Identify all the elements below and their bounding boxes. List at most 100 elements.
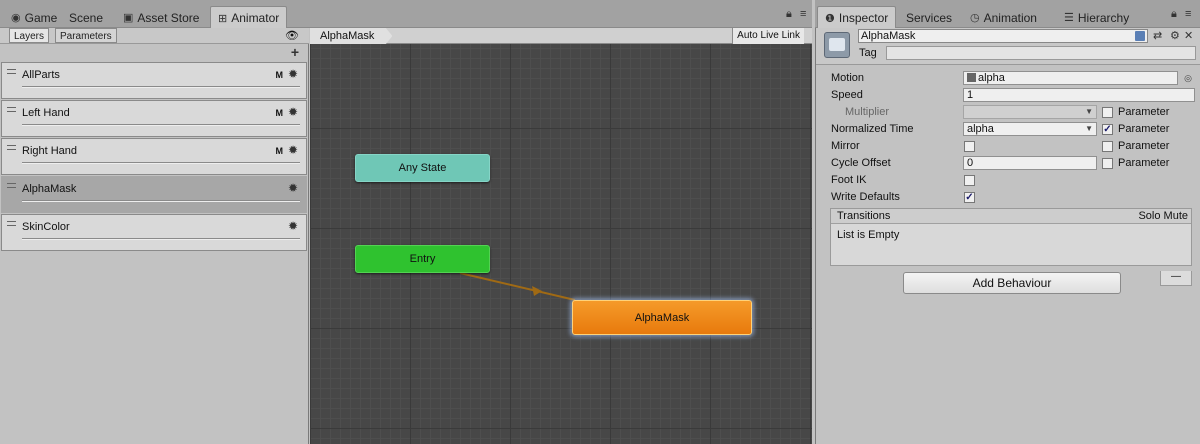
layer-name: AllParts	[22, 69, 60, 81]
speed-input[interactable]: 1	[963, 88, 1195, 102]
tab-hierarchy[interactable]: ☰ Hierarchy	[1057, 7, 1136, 28]
foot-ik-checkbox[interactable]	[964, 175, 975, 186]
tag-input[interactable]	[886, 46, 1196, 60]
write-defaults-label: Write Defaults	[831, 191, 900, 203]
motion-label: Motion	[831, 72, 865, 84]
auto-live-link-button[interactable]: Auto Live Link	[732, 28, 804, 44]
normalized-time-value: alpha	[967, 123, 994, 135]
drag-handle-icon[interactable]	[7, 145, 16, 150]
transitions-empty-text: List is Empty	[837, 229, 900, 241]
multiplier-label: Multiplier	[845, 106, 890, 118]
chevron-down-icon: ▼	[1085, 107, 1093, 116]
transition-arrowhead-icon	[532, 286, 542, 296]
layer-weight-bar	[22, 238, 300, 240]
transition-arrow[interactable]	[310, 28, 812, 444]
book-icon[interactable]	[1135, 31, 1145, 41]
tab-animator[interactable]: ⊞ Animator	[210, 6, 288, 29]
breadcrumb[interactable]: AlphaMask	[310, 28, 393, 44]
tab-services-label: Services	[906, 10, 953, 25]
tab-parameters[interactable]: Parameters	[55, 28, 117, 43]
layers-panel: Layers Parameters 👁︎ + AllParts M ✹ Left…	[0, 28, 309, 444]
multiplier-parameter-checkbox[interactable]	[1102, 107, 1113, 118]
tab-animation-label: Animation	[983, 10, 1037, 25]
solo-mute-header: Solo Mute	[1138, 210, 1188, 222]
animation-icon: ◷	[970, 12, 980, 24]
multiplier-dropdown: ▼	[963, 105, 1097, 119]
entry-node[interactable]: Entry	[355, 245, 490, 273]
eye-icon[interactable]: 👁︎	[285, 29, 299, 42]
mask-badge: M	[275, 146, 284, 156]
normalized-time-dropdown[interactable]: alpha ▼	[963, 122, 1097, 136]
tab-asset-store-label: Asset Store	[137, 10, 200, 25]
info-icon: ❶	[825, 12, 835, 25]
help-icon[interactable]: ⇄	[1153, 29, 1162, 42]
tab-layers[interactable]: Layers	[9, 28, 50, 43]
settings-gear-icon[interactable]: ⚙	[1170, 29, 1180, 42]
tab-inspector-label: Inspector	[838, 11, 889, 25]
layer-name: Right Hand	[22, 145, 78, 157]
cycle-offset-label: Cycle Offset	[831, 157, 891, 169]
gear-icon[interactable]: ✹	[288, 105, 298, 119]
layer-row-selected[interactable]: AlphaMask ✹	[1, 176, 307, 213]
tab-scene-label: Scene	[69, 10, 104, 25]
drag-handle-icon[interactable]	[7, 69, 16, 74]
animator-state-icon	[824, 32, 850, 58]
mask-badge: M	[275, 108, 284, 118]
normalized-time-parameter-checkbox[interactable]: ✓	[1102, 124, 1113, 135]
tab-asset-store[interactable]: ▣ Asset Store	[116, 7, 206, 28]
add-behaviour-button[interactable]: Add Behaviour	[903, 272, 1121, 294]
mirror-checkbox[interactable]	[964, 141, 975, 152]
tag-label: Tag	[859, 47, 877, 59]
transitions-list: Transitions Solo Mute List is Empty —	[830, 208, 1192, 286]
drag-handle-icon[interactable]	[7, 221, 16, 226]
close-icon[interactable]: ✕	[1184, 29, 1193, 42]
layer-weight-bar	[22, 86, 300, 88]
transitions-header: Transitions Solo Mute	[831, 209, 1191, 224]
write-defaults-checkbox[interactable]: ✓	[964, 192, 975, 203]
tab-inspector[interactable]: ❶ Inspector	[817, 6, 897, 29]
state-name-field[interactable]: AlphaMask	[858, 29, 1148, 43]
gear-icon[interactable]: ✹	[288, 219, 298, 233]
animation-clip-icon	[967, 73, 976, 82]
gear-icon[interactable]: ✹	[288, 181, 298, 195]
gear-icon[interactable]: ✹	[288, 67, 298, 81]
cycle-offset-input[interactable]: 0	[963, 156, 1097, 170]
add-layer-button[interactable]: +	[291, 44, 299, 60]
normalized-time-parameter-label: Parameter	[1118, 123, 1170, 135]
inspector-tab-strip: ❶ Inspector Services ◷ Animation ☰ Hiera…	[815, 0, 1200, 29]
object-picker-icon[interactable]: ◎	[1184, 73, 1192, 84]
layer-weight-bar	[22, 200, 300, 202]
tab-menu-icon[interactable]: ≡	[800, 8, 806, 20]
gear-icon[interactable]: ✹	[288, 143, 298, 157]
tab-scene[interactable]: Scene	[62, 7, 110, 28]
mask-badge: M	[275, 70, 284, 80]
layer-row[interactable]: AllParts M ✹	[1, 62, 307, 99]
drag-handle-icon[interactable]	[7, 183, 16, 188]
tab-animation[interactable]: ◷ Animation	[963, 7, 1044, 28]
tab-game[interactable]: ◉ Game	[4, 7, 64, 28]
tab-services[interactable]: Services	[899, 7, 959, 28]
motion-value: alpha	[978, 72, 1005, 84]
cycle-offset-parameter-label: Parameter	[1118, 157, 1170, 169]
remove-transition-button[interactable]: —	[1160, 271, 1192, 286]
layer-row[interactable]: Left Hand M ✹	[1, 100, 307, 137]
alphamask-state-node[interactable]: AlphaMask	[572, 300, 752, 335]
animator-graph[interactable]: AlphaMask Auto Live Link Any State Entry…	[310, 28, 812, 444]
any-state-node[interactable]: Any State	[355, 154, 490, 182]
layer-row[interactable]: SkinColor ✹	[1, 214, 307, 251]
inspector-lock-icon[interactable]: 🔒︎	[1171, 8, 1177, 21]
cycle-offset-parameter-checkbox[interactable]	[1102, 158, 1113, 169]
lock-icon[interactable]: 🔒︎	[786, 8, 792, 21]
editor-tab-strip: ◉ Game Scene ▣ Asset Store ⊞ Animator 🔒︎…	[0, 0, 812, 29]
transitions-title: Transitions	[837, 210, 891, 222]
mirror-parameter-checkbox[interactable]	[1102, 141, 1113, 152]
mirror-parameter-label: Parameter	[1118, 140, 1170, 152]
chevron-down-icon: ▼	[1085, 124, 1093, 133]
drag-handle-icon[interactable]	[7, 107, 16, 112]
motion-field[interactable]: alpha	[963, 71, 1178, 85]
inspector-menu-icon[interactable]: ≡	[1185, 8, 1191, 20]
layer-row[interactable]: Right Hand M ✹	[1, 138, 307, 175]
layer-name: AlphaMask	[22, 183, 77, 195]
asset-store-icon: ▣	[123, 12, 134, 24]
layer-weight-bar	[22, 124, 300, 126]
